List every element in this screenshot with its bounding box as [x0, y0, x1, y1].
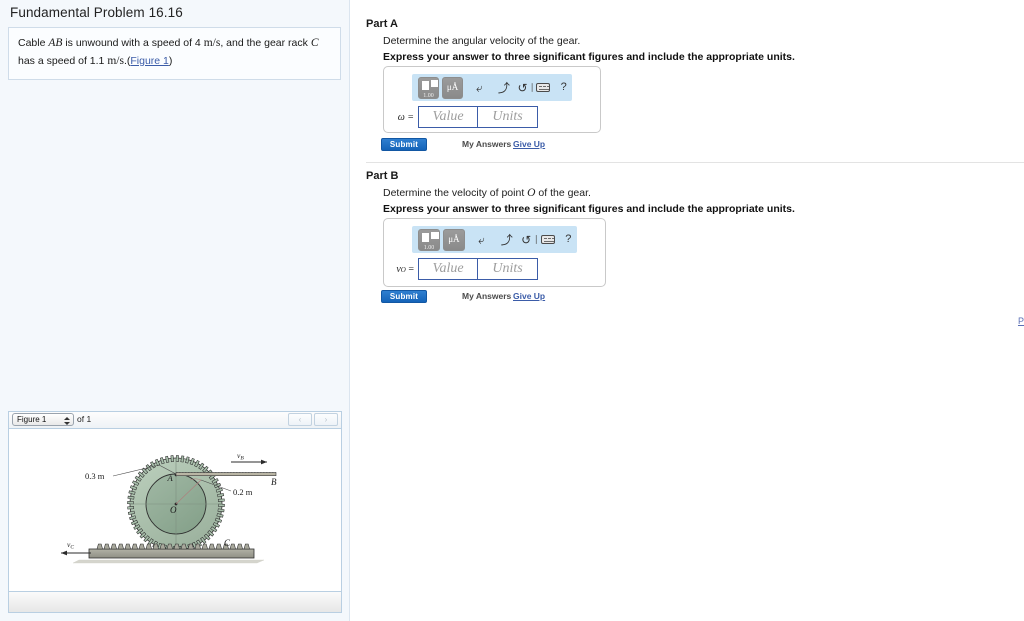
part-b-answer-label: vO = [392, 264, 414, 275]
figure-prev-button[interactable]: ‹ [288, 413, 312, 426]
undo-icon[interactable]: ⤶ [473, 234, 490, 246]
part-a-my-answers-link[interactable]: My Answers [462, 139, 511, 149]
keyboard-icon[interactable] [536, 83, 551, 92]
part-a-instruction: Express your answer to three significant… [383, 51, 795, 63]
template-icon-label: 1.00 [423, 244, 435, 251]
part-a-heading: Part A [366, 18, 398, 30]
undo-icon[interactable]: ⤶ [471, 82, 488, 94]
figure-count-label: of 1 [77, 414, 92, 424]
part-b-submit-button[interactable]: Submit [381, 290, 427, 303]
statement-text-6: ) [168, 54, 173, 67]
figure-next-button[interactable]: › [314, 413, 338, 426]
bracket-icon[interactable]: ∣ [529, 83, 536, 92]
units-icon-label: μÅ [446, 81, 459, 92]
right-panel: Part A Determine the angular velocity of… [351, 0, 1024, 621]
part-b-answer-equals: = [408, 263, 414, 275]
statement-text-4: has a speed of 1.1 [18, 54, 105, 67]
figure-selector-value: Figure 1 [17, 415, 47, 424]
figure-canvas: O A B vB 0.3 m 0.2 m C vC [9, 429, 341, 592]
statement-text-1: Cable [18, 37, 46, 49]
bracket-icon[interactable]: ∣ [533, 235, 540, 244]
label-point-C: C [224, 538, 231, 548]
gear-rack-diagram: O A B vB 0.3 m 0.2 m C vC [61, 451, 277, 564]
page-root: Fundamental Problem 16.16 Cable AB is un… [0, 0, 1024, 621]
figure-panel: Figure 1 of 1 ‹ › O A B vB 0.3 m 0.2 m C… [8, 411, 342, 613]
edge-partial-link[interactable]: P [1018, 316, 1024, 326]
redo-icon[interactable]: ⤴ [498, 234, 515, 246]
left-panel: Fundamental Problem 16.16 Cable AB is un… [0, 0, 350, 621]
label-AB: AB [48, 37, 63, 49]
chevron-updown-icon [63, 415, 70, 425]
page-title: Fundamental Problem 16.16 [10, 5, 183, 20]
part-b-my-answers-link[interactable]: My Answers [462, 291, 511, 301]
part-a-question: Determine the angular velocity of the ge… [383, 35, 581, 47]
part-b-give-up-link[interactable]: Give Up [513, 291, 545, 301]
part-b-input-row: vO = Value Units [392, 258, 605, 280]
part-a-submit-button[interactable]: Submit [381, 138, 427, 151]
part-a-give-up-link[interactable]: Give Up [513, 139, 545, 149]
part-a-answer-label: ω = [397, 111, 414, 123]
label-vC: vC [67, 540, 74, 551]
figure-selector[interactable]: Figure 1 [12, 413, 74, 426]
label-C: C [310, 37, 319, 49]
label-point-B: B [271, 477, 277, 487]
label-radius-inner: 0.2 m [233, 487, 253, 497]
part-b-heading: Part B [366, 170, 399, 182]
label-point-A: A [167, 473, 174, 483]
label-vB: vB [237, 451, 244, 462]
units-icon-label: μÅ [448, 233, 460, 244]
figure-toolbar: Figure 1 of 1 ‹ › [9, 412, 341, 429]
part-a-units-input[interactable]: Units [478, 106, 538, 128]
label-radius-outer: 0.3 m [85, 471, 105, 481]
part-b-question: Determine the velocity of point O of the… [383, 187, 591, 199]
part-b-value-input[interactable]: Value [418, 258, 478, 280]
part-a-answer-box: 1.00 μÅ ⤶ ⤴ ↺ ∣ ? ω = Value Units [383, 66, 601, 133]
part-b-answer-subscript: O [400, 265, 406, 274]
part-a-value-input[interactable]: Value [418, 106, 478, 128]
figure-1-link[interactable]: Figure 1 [130, 55, 169, 67]
figure-nav: ‹ › [288, 413, 338, 426]
part-b-units-input[interactable]: Units [478, 258, 538, 280]
help-icon[interactable]: ? [555, 82, 572, 93]
label-point-O: O [170, 505, 177, 515]
unit-m-per-s-1: m/s [203, 37, 221, 49]
redo-icon[interactable]: ⤴ [496, 82, 513, 94]
keyboard-icon[interactable] [540, 235, 555, 244]
part-b-question-post: of the gear. [538, 187, 591, 199]
part-a-equation-toolbar: 1.00 μÅ ⤶ ⤴ ↺ ∣ ? [412, 74, 572, 101]
problem-statement-box: Cable AB is unwound with a speed of 4 m/… [8, 27, 341, 80]
part-b-question-point: O [527, 187, 536, 199]
statement-text-2: is unwound with a speed of 4 [65, 37, 201, 49]
part-b-question-pre: Determine the velocity of point [383, 187, 525, 199]
part-a-input-row: ω = Value Units [392, 106, 600, 128]
statement-text-3: , and the gear rack [220, 37, 308, 49]
units-icon[interactable]: μÅ [442, 76, 464, 99]
part-b-equation-toolbar: 1.00 μÅ ⤶ ⤴ ↺ ∣ ? [412, 226, 577, 253]
part-divider [366, 162, 1024, 163]
template-icon[interactable]: 1.00 [418, 228, 440, 251]
help-icon[interactable]: ? [560, 234, 577, 245]
template-icon-label: 1.00 [423, 92, 434, 99]
template-icon[interactable]: 1.00 [418, 76, 440, 99]
part-b-answer-box: 1.00 μÅ ⤶ ⤴ ↺ ∣ ? vO = Value Units [383, 218, 606, 287]
unit-m-per-s-2: m/s [107, 54, 124, 67]
units-icon[interactable]: μÅ [442, 228, 465, 251]
part-b-instruction: Express your answer to three significant… [383, 203, 795, 215]
figure-footer-bar [9, 591, 341, 612]
